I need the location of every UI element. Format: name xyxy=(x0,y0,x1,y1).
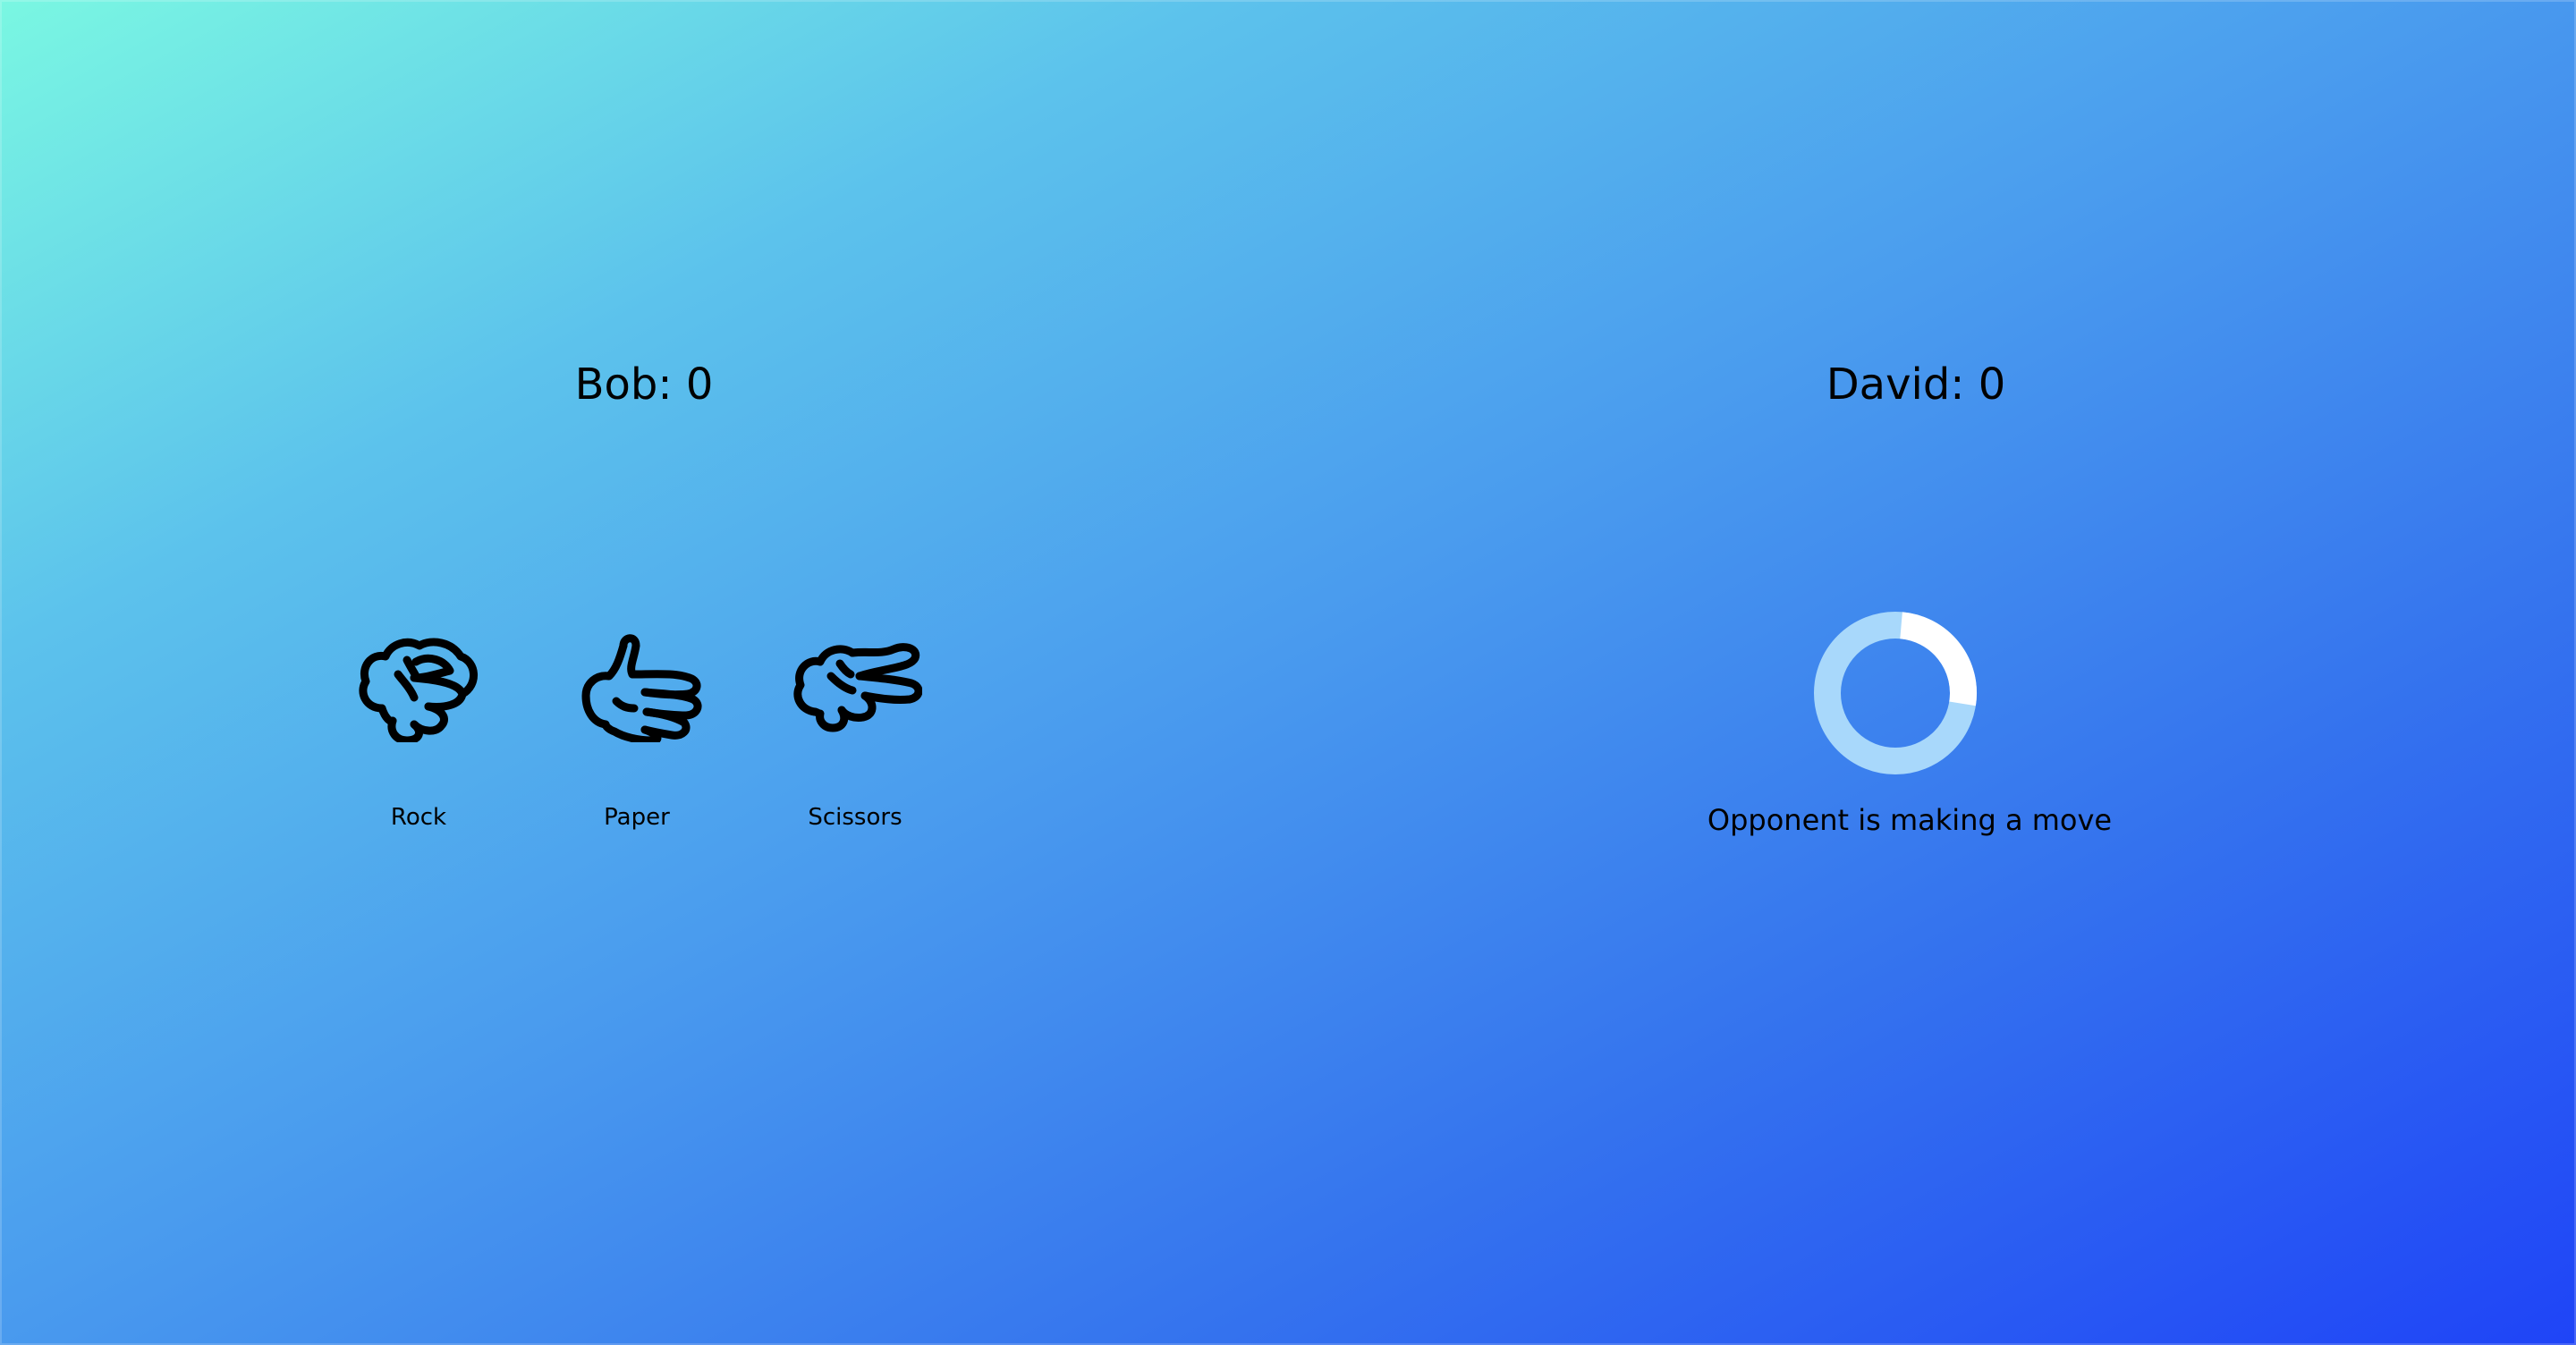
player-score: Bob: 0 xyxy=(574,360,714,410)
paper-button[interactable]: Paper xyxy=(565,631,708,846)
opponent-score: David: 0 xyxy=(1826,360,2006,410)
rock-hand-icon xyxy=(359,638,478,742)
move-label-scissors: Scissors xyxy=(808,804,902,831)
opponent-loading-spinner xyxy=(1812,610,1979,776)
scissors-hand-icon xyxy=(793,643,922,732)
loading-spinner-icon xyxy=(1814,612,1978,774)
rock-button[interactable]: Rock xyxy=(347,631,490,846)
paper-hand-icon xyxy=(581,634,702,742)
scissors-button[interactable]: Scissors xyxy=(784,631,927,846)
opponent-status-text: Opponent is making a move xyxy=(1707,803,2113,837)
move-label-rock: Rock xyxy=(390,804,447,831)
move-label-paper: Paper xyxy=(604,804,670,831)
